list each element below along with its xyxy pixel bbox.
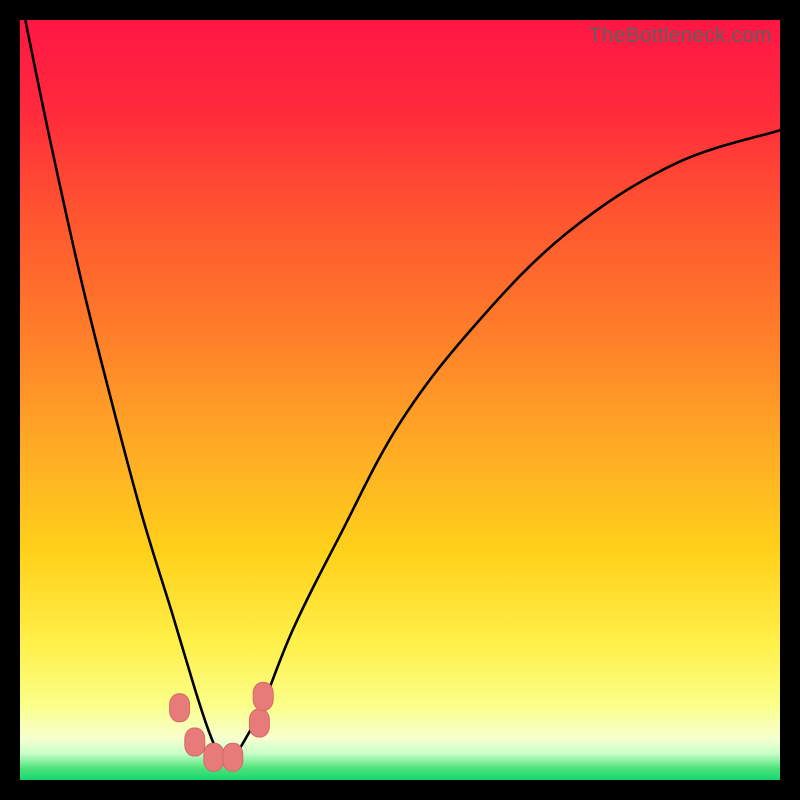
highlight-marker — [204, 743, 224, 771]
highlight-marker — [170, 694, 190, 722]
highlight-marker — [223, 743, 243, 771]
highlight-marker — [249, 709, 269, 737]
watermark-text: TheBottleneck.com — [589, 24, 772, 48]
gradient-background — [20, 20, 780, 780]
highlight-marker — [253, 682, 273, 710]
chart-frame: TheBottleneck.com — [20, 20, 780, 780]
chart-svg — [20, 20, 780, 780]
highlight-marker — [185, 728, 205, 756]
